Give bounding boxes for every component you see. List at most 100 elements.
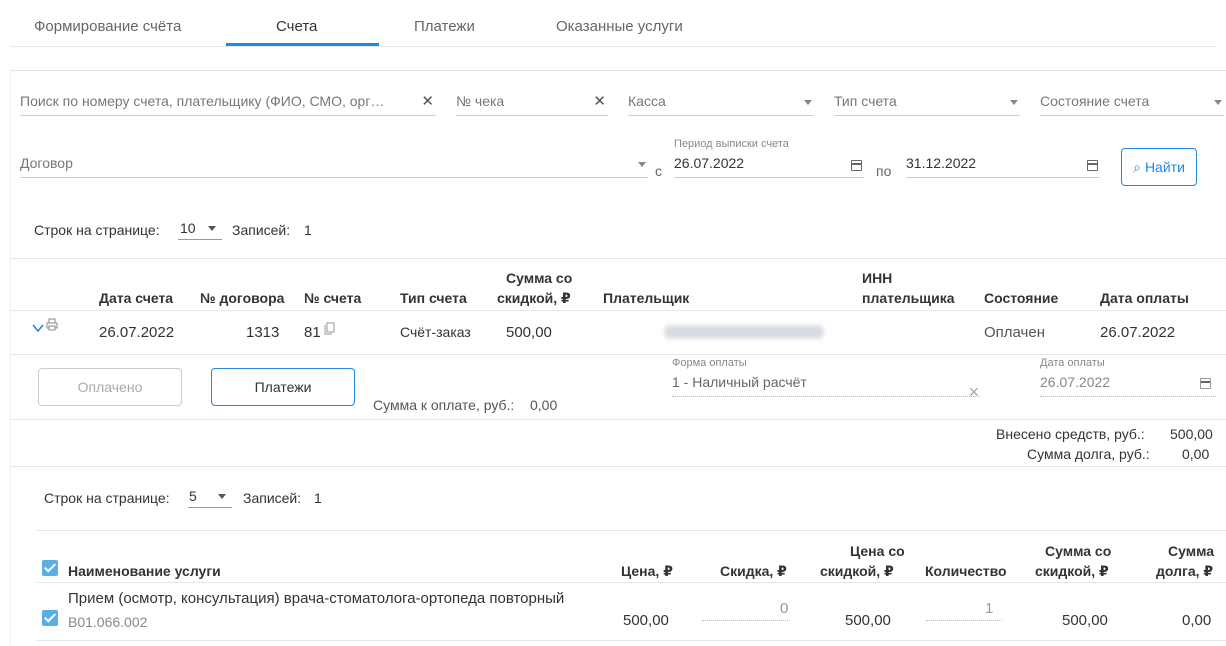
deposited-label: Внесено средств, руб.: xyxy=(996,426,1145,442)
to-pay-label: Сумма к оплате, руб.: xyxy=(373,397,515,413)
col-state: Состояние xyxy=(984,290,1059,306)
from-prefix: с xyxy=(655,163,662,179)
contract-placeholder: Договор xyxy=(20,155,73,171)
invoice-state-select[interactable]: Состояние счета xyxy=(1040,88,1224,116)
col-type: Тип счета xyxy=(400,290,467,306)
invoice-sum: 500,00 xyxy=(506,324,552,341)
services-rows-per-page-label: Строк на странице: xyxy=(44,490,170,506)
service-discount[interactable]: 0 xyxy=(780,600,788,617)
to-pay-value: 0,00 xyxy=(530,397,558,413)
col-sum-line2: скидкой, ₽ xyxy=(497,290,571,306)
date-to-input[interactable]: 31.12.2022 xyxy=(906,150,1100,178)
invoice-state-placeholder: Состояние счета xyxy=(1040,93,1150,109)
pay-date-label: Дата оплаты xyxy=(1040,357,1105,369)
payer-name-redacted xyxy=(664,325,824,339)
chevron-down-icon xyxy=(1010,100,1018,105)
period-label: Период выписки счета xyxy=(674,138,789,150)
tabs-divider xyxy=(10,46,1216,47)
date-to-value: 31.12.2022 xyxy=(906,155,977,171)
pay-form-select[interactable] xyxy=(672,357,980,397)
records-count: 1 xyxy=(304,222,312,238)
service-name: Прием (осмотр, консультация) врача-стома… xyxy=(68,590,565,607)
print-icon[interactable] xyxy=(46,318,58,331)
search-placeholder: Поиск по номеру счета, плательщику (ФИО,… xyxy=(20,93,385,109)
col-debt-line1: Сумма xyxy=(1168,543,1215,559)
invoice-type-select[interactable]: Тип счета xyxy=(834,88,1020,116)
search-input[interactable]: Поиск по номеру счета, плательщику (ФИО,… xyxy=(20,88,436,116)
date-from-input[interactable]: 26.07.2022 xyxy=(674,150,864,178)
discount-underline xyxy=(702,620,790,621)
col-inn-line1: ИНН xyxy=(862,270,893,286)
find-button[interactable]: ⌕ Найти xyxy=(1121,148,1197,186)
col-pay-date: Дата оплаты xyxy=(1100,290,1189,306)
rows-per-page-label: Строк на странице: xyxy=(34,222,160,238)
copy-icon[interactable] xyxy=(324,322,335,335)
details-divider xyxy=(10,419,1226,420)
col-number: № счета xyxy=(304,290,362,306)
calendar-icon[interactable] xyxy=(851,160,862,171)
chevron-down-icon[interactable] xyxy=(32,320,44,333)
qty-underline xyxy=(926,620,1002,621)
clear-icon[interactable]: ✕ xyxy=(421,92,434,110)
tab-invoices[interactable]: Счета xyxy=(276,18,317,35)
pay-date-underline xyxy=(1040,396,1216,397)
row-divider xyxy=(10,354,1226,355)
col-payer: Плательщик xyxy=(603,290,690,306)
service-sum-disc: 500,00 xyxy=(1062,612,1108,629)
service-price-disc: 500,00 xyxy=(845,612,891,629)
check-number-placeholder: № чека xyxy=(456,93,505,109)
row-checkbox[interactable] xyxy=(42,610,58,626)
pay-date-value: 26.07.2022 xyxy=(1040,374,1111,390)
tab-invoice-creation[interactable]: Формирование счёта xyxy=(34,18,181,35)
services-row-divider xyxy=(36,640,1226,641)
service-code: B01.066.002 xyxy=(68,614,148,630)
calendar-icon[interactable] xyxy=(1087,160,1098,171)
invoice-pay-date: 26.07.2022 xyxy=(1100,324,1176,341)
col-price-disc-line1: Цена со xyxy=(850,543,905,559)
records-label: Записей: xyxy=(232,222,291,238)
invoice-type-placeholder: Тип счета xyxy=(834,93,897,109)
paid-button[interactable]: Оплачено xyxy=(38,368,182,406)
totals-divider xyxy=(10,466,1226,467)
col-contract: № договора xyxy=(200,290,285,306)
find-button-label: Найти xyxy=(1144,159,1185,175)
invoice-date: 26.07.2022 xyxy=(99,324,175,341)
payments-button[interactable]: Платежи xyxy=(211,368,355,406)
chevron-down-icon xyxy=(804,100,812,105)
col-inn-line2: плательщика xyxy=(862,290,955,306)
col-discount: Скидка, ₽ xyxy=(720,563,787,579)
service-price: 500,00 xyxy=(623,612,669,629)
col-sum-disc-line1: Сумма со xyxy=(1045,543,1112,559)
rows-per-page-select[interactable]: 10 xyxy=(178,218,222,240)
col-service-name: Наименование услуги xyxy=(68,563,221,579)
services-table-top-border xyxy=(36,530,1226,531)
service-qty[interactable]: 1 xyxy=(985,600,993,617)
col-debt-line2: долга, ₽ xyxy=(1156,563,1214,579)
check-number-input[interactable]: № чека ✕ xyxy=(456,88,608,116)
services-rows-per-page-select[interactable]: 5 xyxy=(188,486,232,508)
col-date: Дата счета xyxy=(99,290,174,306)
select-all-checkbox[interactable] xyxy=(42,560,58,576)
chevron-down-icon xyxy=(638,162,646,167)
services-records-label: Записей: xyxy=(243,490,302,506)
deposited-value: 500,00 xyxy=(1170,426,1213,442)
kassa-select[interactable]: Касса xyxy=(628,88,814,116)
table-top-border xyxy=(10,258,1226,259)
col-price-disc-line2: скидкой, ₽ xyxy=(820,563,894,579)
tab-services-rendered[interactable]: Оказанные услуги xyxy=(556,18,683,35)
contract-select[interactable]: Договор xyxy=(20,150,648,178)
debt-label: Сумма долга, руб.: xyxy=(1027,446,1150,462)
services-records-count: 1 xyxy=(314,490,322,506)
col-sum-disc-line2: скидкой, ₽ xyxy=(1035,563,1109,579)
tab-payments[interactable]: Платежи xyxy=(414,18,475,35)
calendar-icon[interactable] xyxy=(1200,378,1211,389)
invoice-state: Оплачен xyxy=(984,324,1045,341)
search-icon: ⌕ xyxy=(1133,158,1141,175)
invoice-type: Счёт-заказ xyxy=(400,324,471,340)
services-rows-per-page-value: 5 xyxy=(189,488,197,504)
service-debt: 0,00 xyxy=(1182,612,1212,629)
to-prefix: по xyxy=(876,163,892,179)
chevron-down-icon xyxy=(1214,100,1222,105)
invoice-number: 81 xyxy=(304,324,321,341)
clear-icon[interactable]: ✕ xyxy=(593,92,606,110)
